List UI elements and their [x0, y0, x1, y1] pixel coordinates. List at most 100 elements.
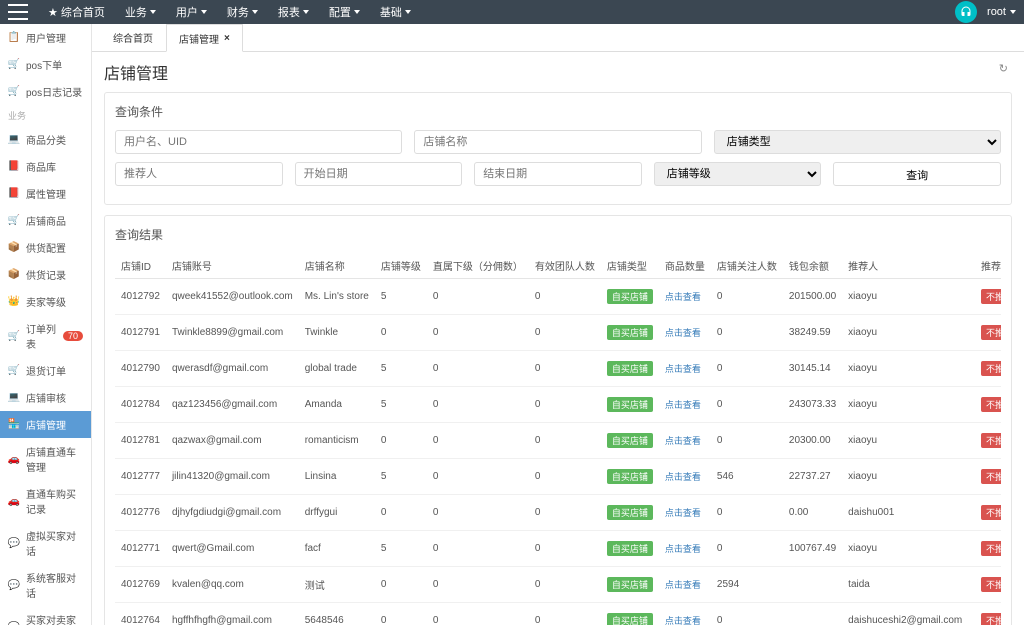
sidebar-item-label: 供货配置: [26, 240, 66, 255]
search-user-input[interactable]: [115, 130, 402, 154]
user-dropdown[interactable]: root: [987, 6, 1016, 18]
sidebar-item-pos日志记录[interactable]: 🛒 pos日志记录: [0, 78, 91, 105]
sidebar-item-虚拟买家对话[interactable]: 💬虚拟买家对话: [0, 522, 91, 564]
sidebar-item-label: 店铺商品: [26, 213, 66, 228]
table-row: 4012792qweek41552@outlook.comMs. Lin's s…: [115, 279, 1001, 315]
recommend-tag: 不推荐: [981, 577, 1001, 592]
sidebar-item-label: 店铺审核: [26, 390, 66, 405]
sidebar-item-label: 退货订单: [26, 363, 66, 378]
results-panel-title: 查询结果: [115, 226, 1001, 243]
sidebar-item-店铺直通车管理[interactable]: 🚗店铺直通车管理: [0, 438, 91, 480]
search-shopname-input[interactable]: [414, 130, 701, 154]
goods-link[interactable]: 点击查看: [665, 508, 701, 518]
search-button[interactable]: 查询: [833, 162, 1001, 186]
sidebar-item-买家对卖家审核[interactable]: 💬买家对卖家审核: [0, 606, 91, 625]
sidebar-icon: 📦: [8, 242, 20, 254]
sidebar-item-label: 买家对卖家审核: [26, 612, 83, 625]
shop-type-tag: 自买店铺: [607, 541, 653, 556]
table-row: 4012769kvalen@qq.com测试000自买店铺点击查看2594tai…: [115, 567, 1001, 603]
col-header: 钱包余额: [783, 253, 842, 279]
table-row: 4012784qaz123456@gmail.comAmanda500自买店铺点…: [115, 387, 1001, 423]
goods-link[interactable]: 点击查看: [665, 616, 701, 625]
search-end-date[interactable]: [474, 162, 642, 186]
col-header: 店铺账号: [166, 253, 299, 279]
sidebar-item-label: 属性管理: [26, 186, 66, 201]
top-report[interactable]: 报表: [270, 1, 317, 23]
recommend-tag: 不推荐: [981, 397, 1001, 412]
sidebar-item-label: pos下单: [26, 57, 62, 72]
hamburger-menu[interactable]: [8, 4, 28, 20]
search-shoplevel-select[interactable]: 店铺等级: [654, 162, 822, 186]
sidebar-icon: 🛒: [8, 330, 20, 342]
sidebar-item-pos下单[interactable]: 🛒 pos下单: [0, 51, 91, 78]
goods-link[interactable]: 点击查看: [665, 364, 701, 374]
sidebar-item-店铺审核[interactable]: 💻店铺审核: [0, 384, 91, 411]
sidebar-item-label: 商品库: [26, 159, 56, 174]
table-row: 4012777jilin41320@gmail.comLinsina500自买店…: [115, 459, 1001, 495]
sidebar-item-label: pos日志记录: [26, 84, 82, 99]
sidebar-icon: 📕: [8, 188, 20, 200]
sidebar-item-退货订单[interactable]: 🛒退货订单: [0, 357, 91, 384]
sidebar-item-商品分类[interactable]: 💻商品分类: [0, 126, 91, 153]
search-shoptype-select[interactable]: 店铺类型: [714, 130, 1001, 154]
top-finance[interactable]: 财务: [219, 1, 266, 23]
sidebar: 📋用户管理 🛒 pos下单 🛒 pos日志记录业务💻商品分类 📕 商品库 📕 属性管理 🛒 店铺商品…: [0, 24, 92, 625]
goods-link[interactable]: 点击查看: [665, 472, 701, 482]
sidebar-icon: 🛒: [8, 59, 20, 71]
shop-type-tag: 自买店铺: [607, 613, 653, 625]
close-icon[interactable]: ×: [224, 33, 230, 44]
recommend-tag: 不推荐: [981, 433, 1001, 448]
top-user[interactable]: 用户: [168, 1, 215, 23]
recommend-tag: 不推荐: [981, 469, 1001, 484]
shop-type-tag: 自买店铺: [607, 505, 653, 520]
col-header: 店铺ID: [115, 253, 166, 279]
sidebar-item-系统客服对话[interactable]: 💬系统客服对话: [0, 564, 91, 606]
sidebar-item-供货配置[interactable]: 📦 供货配置: [0, 234, 91, 261]
table-row: 4012781qazwax@gmail.comromanticism000自买店…: [115, 423, 1001, 459]
goods-link[interactable]: 点击查看: [665, 544, 701, 554]
shop-type-tag: 自买店铺: [607, 325, 653, 340]
table-row: 4012764hgffhfhgfh@gmail.com5648546000自买店…: [115, 603, 1001, 625]
sidebar-item-供货记录[interactable]: 📦供货记录: [0, 261, 91, 288]
recommend-tag: 不推荐: [981, 613, 1001, 625]
sidebar-group: 业务: [0, 105, 91, 126]
sidebar-item-卖家等级[interactable]: 👑卖家等级: [0, 288, 91, 315]
sidebar-icon: 🛒: [8, 215, 20, 227]
top-home[interactable]: ★ 综合首页: [40, 1, 113, 23]
top-base[interactable]: 基础: [372, 1, 419, 23]
refresh-icon[interactable]: ↻: [999, 62, 1008, 75]
top-config[interactable]: 配置: [321, 1, 368, 23]
goods-link[interactable]: 点击查看: [665, 436, 701, 446]
table-row: 4012771qwert@Gmail.comfacf500自买店铺点击查看010…: [115, 531, 1001, 567]
tab-label: 综合首页: [113, 30, 153, 45]
sidebar-icon: 📕: [8, 161, 20, 173]
shop-type-tag: 自买店铺: [607, 469, 653, 484]
sidebar-icon: 🛒: [8, 86, 20, 98]
goods-link[interactable]: 点击查看: [665, 400, 701, 410]
topbar: ★ 综合首页 业务 用户 财务 报表 配置 基础 root: [0, 0, 1024, 24]
search-panel-title: 查询条件: [115, 103, 1001, 120]
headset-icon[interactable]: [955, 1, 977, 23]
sidebar-item-label: 系统客服对话: [26, 570, 83, 600]
goods-link[interactable]: 点击查看: [665, 328, 701, 338]
sidebar-item-label: 商品分类: [26, 132, 66, 147]
sidebar-item-直通车购买记录[interactable]: 🚗直通车购买记录: [0, 480, 91, 522]
sidebar-item-属性管理[interactable]: 📕 属性管理: [0, 180, 91, 207]
table-row: 4012791Twinkle8899@gmail.comTwinkle000自买…: [115, 315, 1001, 351]
sidebar-item-用户管理[interactable]: 📋用户管理: [0, 24, 91, 51]
sidebar-item-商品库[interactable]: 📕 商品库: [0, 153, 91, 180]
search-start-date[interactable]: [295, 162, 463, 186]
goods-link[interactable]: 点击查看: [665, 580, 701, 590]
tab-综合首页[interactable]: 综合首页: [100, 24, 166, 51]
sidebar-item-店铺商品[interactable]: 🛒 店铺商品: [0, 207, 91, 234]
shop-type-tag: 自买店铺: [607, 577, 653, 592]
tab-店铺管理[interactable]: 店铺管理×: [166, 24, 243, 52]
sidebar-item-label: 用户管理: [26, 30, 66, 45]
top-business[interactable]: 业务: [117, 1, 164, 23]
sidebar-item-订单列表[interactable]: 🛒订单列表70: [0, 315, 91, 357]
col-header: 商品数量: [659, 253, 711, 279]
search-referrer-input[interactable]: [115, 162, 283, 186]
page-title: 店铺管理: [104, 60, 1012, 84]
sidebar-item-店铺管理[interactable]: 🏪店铺管理: [0, 411, 91, 438]
goods-link[interactable]: 点击查看: [665, 292, 701, 302]
